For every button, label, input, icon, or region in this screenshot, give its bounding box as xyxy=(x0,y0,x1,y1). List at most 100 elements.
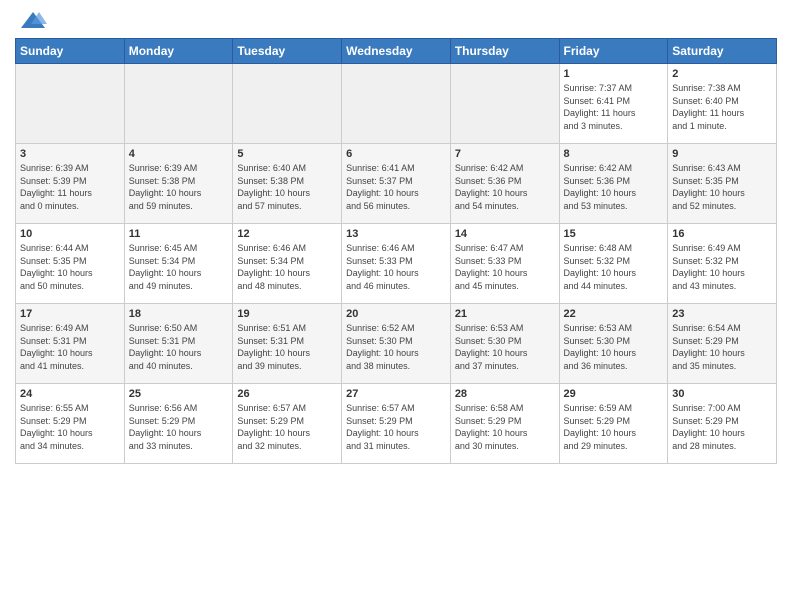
calendar-cell xyxy=(342,64,451,144)
calendar-weekday-monday: Monday xyxy=(124,39,233,64)
day-info: Sunrise: 6:48 AM Sunset: 5:32 PM Dayligh… xyxy=(564,242,664,292)
calendar-week-4: 17 Sunrise: 6:49 AM Sunset: 5:31 PM Dayli… xyxy=(16,304,777,384)
calendar-weekday-sunday: Sunday xyxy=(16,39,125,64)
day-number: 8 xyxy=(564,148,664,160)
day-info: Sunrise: 7:38 AM Sunset: 6:40 PM Dayligh… xyxy=(672,82,772,132)
calendar-weekday-tuesday: Tuesday xyxy=(233,39,342,64)
calendar-cell: 22Sunrise: 6:53 AM Sunset: 5:30 PM Dayli… xyxy=(559,304,668,384)
day-number: 27 xyxy=(346,388,446,400)
calendar-weekday-thursday: Thursday xyxy=(450,39,559,64)
logo xyxy=(15,10,47,32)
day-info: Sunrise: 6:47 AM Sunset: 5:33 PM Dayligh… xyxy=(455,242,555,292)
calendar-cell xyxy=(233,64,342,144)
calendar-cell: 1Sunrise: 7:37 AM Sunset: 6:41 PM Daylig… xyxy=(559,64,668,144)
day-number: 6 xyxy=(346,148,446,160)
logo-icon xyxy=(19,10,47,32)
day-number: 9 xyxy=(672,148,772,160)
day-number: 2 xyxy=(672,68,772,80)
calendar-header-row: SundayMondayTuesdayWednesdayThursdayFrid… xyxy=(16,39,777,64)
calendar-cell: 24 Sunrise: 6:55 AM Sunset: 5:29 PM Dayli… xyxy=(16,384,125,464)
calendar-cell: 25 Sunrise: 6:56 AM Sunset: 5:29 PM Dayli… xyxy=(124,384,233,464)
day-info: Sunrise: 6:49 AM Sunset: 5:32 PM Dayligh… xyxy=(672,242,772,292)
calendar-cell: 4 Sunrise: 6:39 AM Sunset: 5:38 PM Daylig… xyxy=(124,144,233,224)
day-number: 29 xyxy=(564,388,664,400)
day-info: Sunrise: 7:00 AM Sunset: 5:29 PM Dayligh… xyxy=(672,402,772,452)
day-number: 21 xyxy=(455,308,555,320)
day-number: 16 xyxy=(672,228,772,240)
day-number: 7 xyxy=(455,148,555,160)
calendar-cell: 5 Sunrise: 6:40 AM Sunset: 5:38 PM Daylig… xyxy=(233,144,342,224)
calendar-cell xyxy=(450,64,559,144)
calendar-cell: 3 Sunrise: 6:39 AM Sunset: 5:39 PM Daylig… xyxy=(16,144,125,224)
calendar-cell: 8 Sunrise: 6:42 AM Sunset: 5:36 PM Daylig… xyxy=(559,144,668,224)
day-number: 3 xyxy=(20,148,120,160)
calendar-cell xyxy=(124,64,233,144)
page-header xyxy=(15,10,777,32)
calendar-week-1: 1Sunrise: 7:37 AM Sunset: 6:41 PM Daylig… xyxy=(16,64,777,144)
day-info: Sunrise: 6:45 AM Sunset: 5:34 PM Dayligh… xyxy=(129,242,229,292)
day-number: 4 xyxy=(129,148,229,160)
calendar-cell xyxy=(16,64,125,144)
calendar-cell: 14 Sunrise: 6:47 AM Sunset: 5:33 PM Dayli… xyxy=(450,224,559,304)
calendar-cell: 10 Sunrise: 6:44 AM Sunset: 5:35 PM Dayli… xyxy=(16,224,125,304)
day-info: Sunrise: 6:58 AM Sunset: 5:29 PM Dayligh… xyxy=(455,402,555,452)
day-info: Sunrise: 6:53 AM Sunset: 5:30 PM Dayligh… xyxy=(564,322,664,372)
day-number: 5 xyxy=(237,148,337,160)
day-info: Sunrise: 6:40 AM Sunset: 5:38 PM Dayligh… xyxy=(237,162,337,212)
day-number: 12 xyxy=(237,228,337,240)
day-number: 17 xyxy=(20,308,120,320)
day-info: Sunrise: 6:42 AM Sunset: 5:36 PM Dayligh… xyxy=(455,162,555,212)
day-info: Sunrise: 6:41 AM Sunset: 5:37 PM Dayligh… xyxy=(346,162,446,212)
day-info: Sunrise: 6:56 AM Sunset: 5:29 PM Dayligh… xyxy=(129,402,229,452)
day-number: 18 xyxy=(129,308,229,320)
calendar-cell: 9 Sunrise: 6:43 AM Sunset: 5:35 PM Daylig… xyxy=(668,144,777,224)
day-number: 25 xyxy=(129,388,229,400)
calendar-cell: 20 Sunrise: 6:52 AM Sunset: 5:30 PM Dayli… xyxy=(342,304,451,384)
calendar-table: SundayMondayTuesdayWednesdayThursdayFrid… xyxy=(15,38,777,464)
day-info: Sunrise: 6:43 AM Sunset: 5:35 PM Dayligh… xyxy=(672,162,772,212)
calendar-cell: 15 Sunrise: 6:48 AM Sunset: 5:32 PM Dayli… xyxy=(559,224,668,304)
calendar-cell: 12 Sunrise: 6:46 AM Sunset: 5:34 PM Dayli… xyxy=(233,224,342,304)
day-info: Sunrise: 6:49 AM Sunset: 5:31 PM Dayligh… xyxy=(20,322,120,372)
day-info: Sunrise: 6:59 AM Sunset: 5:29 PM Dayligh… xyxy=(564,402,664,452)
calendar-cell: 6 Sunrise: 6:41 AM Sunset: 5:37 PM Daylig… xyxy=(342,144,451,224)
calendar-cell: 29 Sunrise: 6:59 AM Sunset: 5:29 PM Dayli… xyxy=(559,384,668,464)
calendar-cell: 17 Sunrise: 6:49 AM Sunset: 5:31 PM Dayli… xyxy=(16,304,125,384)
day-number: 28 xyxy=(455,388,555,400)
day-number: 15 xyxy=(564,228,664,240)
calendar-week-5: 24 Sunrise: 6:55 AM Sunset: 5:29 PM Dayli… xyxy=(16,384,777,464)
calendar-cell: 26 Sunrise: 6:57 AM Sunset: 5:29 PM Dayli… xyxy=(233,384,342,464)
calendar-cell: 30 Sunrise: 7:00 AM Sunset: 5:29 PM Dayli… xyxy=(668,384,777,464)
day-info: Sunrise: 6:54 AM Sunset: 5:29 PM Dayligh… xyxy=(672,322,772,372)
calendar-weekday-friday: Friday xyxy=(559,39,668,64)
day-number: 30 xyxy=(672,388,772,400)
day-info: Sunrise: 6:46 AM Sunset: 5:33 PM Dayligh… xyxy=(346,242,446,292)
day-number: 20 xyxy=(346,308,446,320)
day-number: 13 xyxy=(346,228,446,240)
day-info: Sunrise: 6:42 AM Sunset: 5:36 PM Dayligh… xyxy=(564,162,664,212)
day-number: 26 xyxy=(237,388,337,400)
calendar-cell: 13 Sunrise: 6:46 AM Sunset: 5:33 PM Dayli… xyxy=(342,224,451,304)
calendar-cell: 11 Sunrise: 6:45 AM Sunset: 5:34 PM Dayli… xyxy=(124,224,233,304)
calendar-cell: 18 Sunrise: 6:50 AM Sunset: 5:31 PM Dayli… xyxy=(124,304,233,384)
calendar-cell: 16 Sunrise: 6:49 AM Sunset: 5:32 PM Dayli… xyxy=(668,224,777,304)
calendar-cell: 28 Sunrise: 6:58 AM Sunset: 5:29 PM Dayli… xyxy=(450,384,559,464)
day-info: Sunrise: 6:55 AM Sunset: 5:29 PM Dayligh… xyxy=(20,402,120,452)
day-number: 10 xyxy=(20,228,120,240)
day-info: Sunrise: 6:39 AM Sunset: 5:39 PM Dayligh… xyxy=(20,162,120,212)
day-info: Sunrise: 6:50 AM Sunset: 5:31 PM Dayligh… xyxy=(129,322,229,372)
day-info: Sunrise: 6:52 AM Sunset: 5:30 PM Dayligh… xyxy=(346,322,446,372)
day-info: Sunrise: 6:44 AM Sunset: 5:35 PM Dayligh… xyxy=(20,242,120,292)
day-info: Sunrise: 6:46 AM Sunset: 5:34 PM Dayligh… xyxy=(237,242,337,292)
day-number: 19 xyxy=(237,308,337,320)
day-number: 24 xyxy=(20,388,120,400)
day-info: Sunrise: 6:39 AM Sunset: 5:38 PM Dayligh… xyxy=(129,162,229,212)
day-info: Sunrise: 6:57 AM Sunset: 5:29 PM Dayligh… xyxy=(237,402,337,452)
day-number: 14 xyxy=(455,228,555,240)
day-number: 11 xyxy=(129,228,229,240)
calendar-cell: 2 Sunrise: 7:38 AM Sunset: 6:40 PM Daylig… xyxy=(668,64,777,144)
day-info: Sunrise: 6:51 AM Sunset: 5:31 PM Dayligh… xyxy=(237,322,337,372)
calendar-cell: 19 Sunrise: 6:51 AM Sunset: 5:31 PM Dayli… xyxy=(233,304,342,384)
day-number: 1 xyxy=(564,68,664,80)
calendar-cell: 27Sunrise: 6:57 AM Sunset: 5:29 PM Dayli… xyxy=(342,384,451,464)
